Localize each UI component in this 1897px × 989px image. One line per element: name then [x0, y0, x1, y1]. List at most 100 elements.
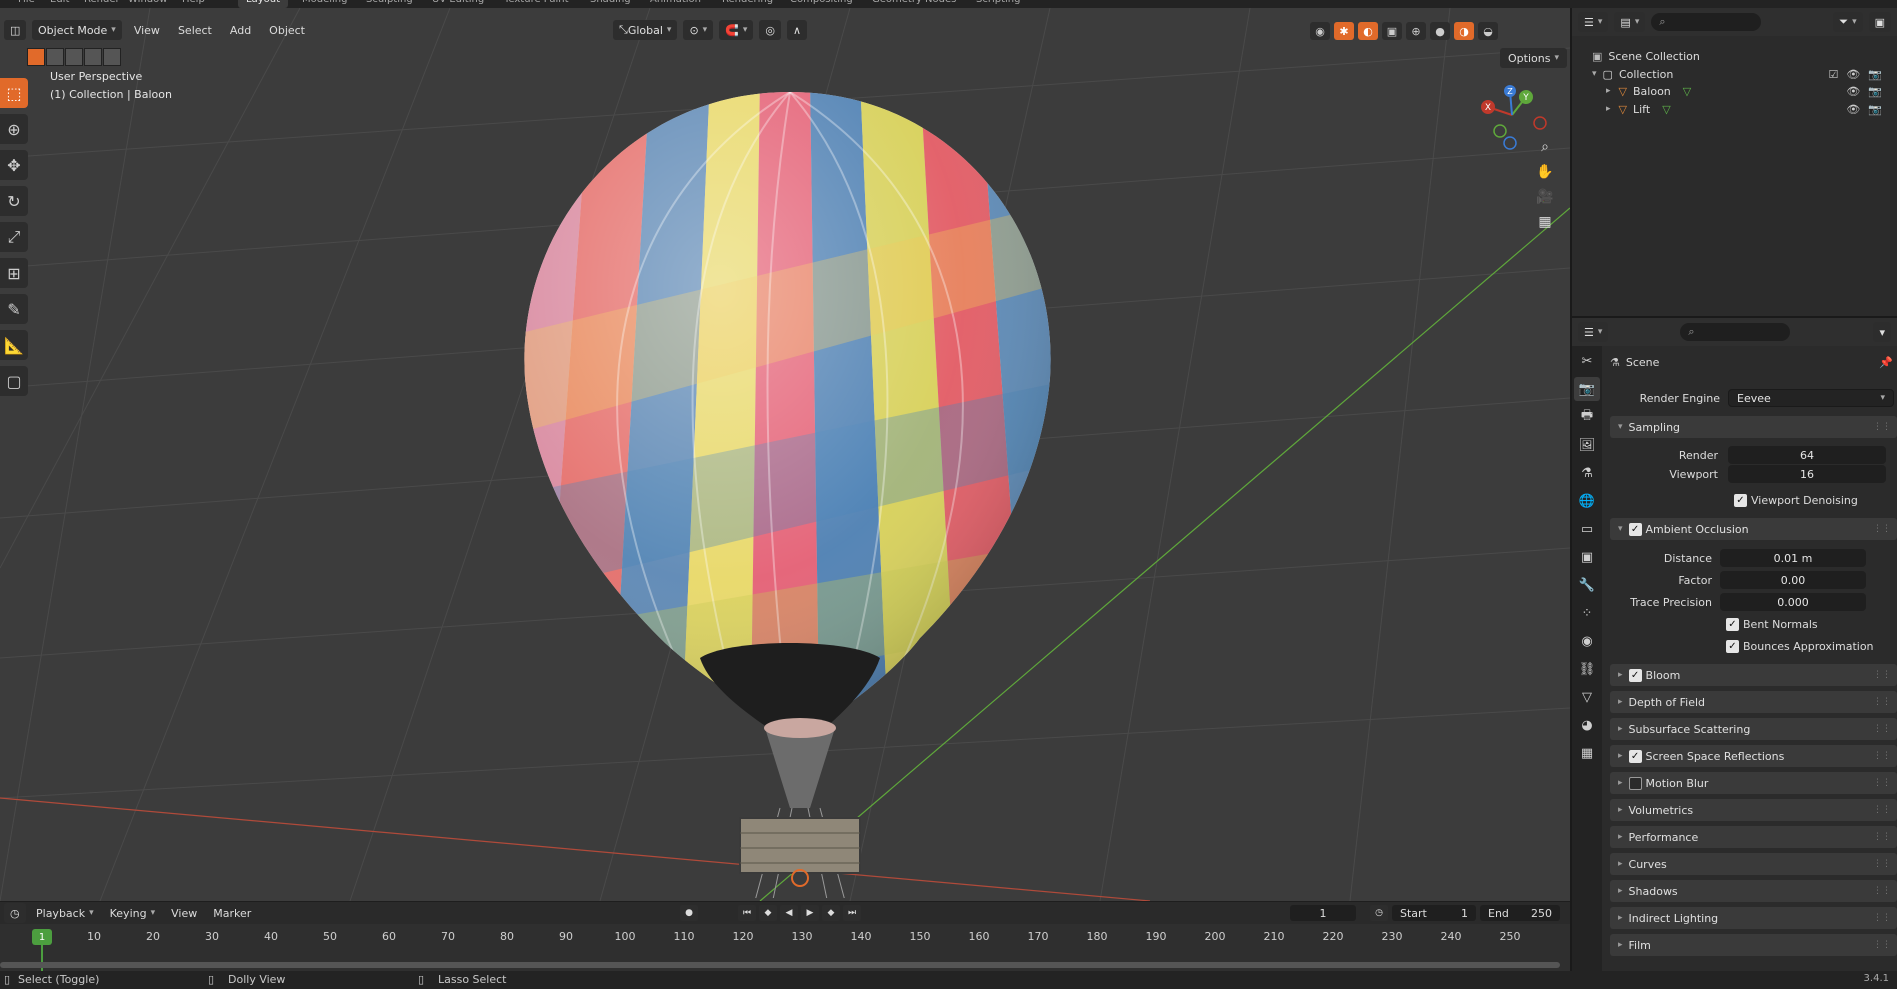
eye-icon[interactable]: 👁 [1846, 103, 1860, 116]
select-subtract-mode[interactable] [65, 48, 83, 66]
outliner-search-input[interactable]: ⌕ [1651, 13, 1762, 31]
options-button[interactable]: Options ▾ [1500, 48, 1567, 68]
snap-button[interactable]: 🧲 [719, 20, 754, 40]
physics-tab-icon[interactable]: ◉ [1574, 629, 1600, 653]
menu-view[interactable]: View [128, 20, 166, 40]
menu-edit[interactable]: Edit [50, 0, 69, 8]
jump-end-icon[interactable]: ⏭ [843, 905, 861, 921]
outliner-scene-collection[interactable]: ▣ Scene Collection [1592, 46, 1700, 66]
measure-tool[interactable]: 📐 [0, 330, 28, 360]
expand-icon[interactable]: ▸ [1606, 86, 1611, 96]
timeline-editor-type-icon[interactable]: ◷ [4, 903, 26, 923]
solid-shading-icon[interactable]: ● [1430, 22, 1450, 40]
outliner-item-baloon[interactable]: ▸ ▽ Baloon ▽ 👁 📷 [1606, 81, 1892, 101]
select-intersect-mode[interactable] [103, 48, 121, 66]
output-tab-icon[interactable]: 🖶 [1574, 405, 1600, 429]
scale-tool[interactable]: ⤢ [0, 222, 28, 252]
menu-timeline-view[interactable]: View [165, 903, 203, 923]
ao-distance-field[interactable]: 0.01 m [1720, 549, 1866, 567]
object-tab-icon[interactable]: ▣ [1574, 545, 1600, 569]
viewport-samples-field[interactable]: 16 [1728, 465, 1886, 483]
collection-tab-icon[interactable]: ▭ [1574, 517, 1600, 541]
tab-compositing[interactable]: Compositing [790, 0, 853, 8]
camera-icon[interactable]: 🎥 [1534, 186, 1556, 208]
menu-object[interactable]: Object [263, 20, 311, 40]
modifier-tab-icon[interactable]: 🔧 [1574, 573, 1600, 597]
panel-subsurface-scattering[interactable]: ▸ Subsurface Scattering ⋮⋮ [1610, 718, 1897, 740]
texture-tab-icon[interactable]: ▦ [1574, 741, 1600, 765]
panel-motion-blur[interactable]: ▸ Motion Blur ⋮⋮ [1610, 772, 1897, 794]
particles-tab-icon[interactable]: ⁘ [1574, 601, 1600, 625]
tab-texture-paint[interactable]: Texture Paint [504, 0, 569, 8]
timeline-ruler[interactable]: 1 10 20 30 40 50 60 70 80 90 100 110 120… [0, 924, 1570, 984]
jump-start-icon[interactable]: ⏮ [738, 905, 756, 921]
outliner-item-lift[interactable]: ▸ ▽ Lift ▽ 👁 📷 [1606, 99, 1892, 119]
cursor-tool[interactable]: ⊕ [0, 114, 28, 144]
panel-ambient-occlusion[interactable]: ▾ ✓ Ambient Occlusion ⋮⋮ [1610, 518, 1897, 540]
expand-icon[interactable]: ▸ [1606, 104, 1611, 114]
data-tab-icon[interactable]: ▽ [1574, 685, 1600, 709]
drag-grip-icon[interactable]: ⋮⋮ [1873, 940, 1891, 950]
select-box-tool[interactable]: ⬚ [0, 78, 28, 108]
panel-shadows[interactable]: ▸ Shadows ⋮⋮ [1610, 880, 1897, 902]
checkbox-icon[interactable]: ✓ [1628, 749, 1642, 763]
bent-normals-toggle[interactable]: ✓ Bent Normals [1726, 614, 1818, 634]
timeline-scrollbar[interactable] [0, 962, 1560, 968]
drag-grip-icon[interactable]: ⋮⋮ [1873, 913, 1891, 923]
drag-grip-icon[interactable]: ⋮⋮ [1873, 886, 1891, 896]
drag-grip-icon[interactable]: ⋮⋮ [1873, 670, 1891, 680]
proportional-edit-button[interactable]: ◎ [759, 20, 782, 40]
checkbox-icon[interactable] [1628, 776, 1642, 790]
grid-perspective-icon[interactable]: ▦ [1534, 211, 1556, 233]
ao-trace-field[interactable]: 0.000 [1720, 593, 1866, 611]
xray-icon[interactable]: ▣ [1382, 22, 1402, 40]
panel-indirect-lighting[interactable]: ▸ Indirect Lighting ⋮⋮ [1610, 907, 1897, 929]
eye-icon[interactable]: 👁 [1846, 85, 1860, 98]
panel-curves[interactable]: ▸ Curves ⋮⋮ [1610, 853, 1897, 875]
menu-help[interactable]: Help [182, 0, 205, 8]
zoom-icon[interactable]: ⌕ [1534, 136, 1556, 158]
chevron-down-icon[interactable]: ▾ [1873, 322, 1891, 342]
constraints-tab-icon[interactable]: ⛓ [1574, 657, 1600, 681]
overlay-toggle-icon[interactable]: ◐ [1358, 22, 1378, 40]
panel-film[interactable]: ▸ Film ⋮⋮ [1610, 934, 1897, 956]
current-frame-badge[interactable]: 1 [32, 929, 52, 945]
gizmo-toggle-icon[interactable]: ✱ [1334, 22, 1354, 40]
3d-viewport[interactable]: ◫ Object Mode View Select Add Object ⤡ G… [0, 8, 1570, 901]
camera-render-icon[interactable]: 📷 [1868, 68, 1882, 81]
falloff-button[interactable]: ∧ [787, 20, 808, 40]
ao-factor-field[interactable]: 0.00 [1720, 571, 1866, 589]
play-reverse-icon[interactable]: ◀ [780, 905, 798, 921]
drag-grip-icon[interactable]: ⋮⋮ [1873, 832, 1891, 842]
render-engine-select[interactable]: Eevee ▾ [1728, 389, 1894, 407]
properties-search-input[interactable]: ⌕ [1680, 323, 1791, 341]
drag-grip-icon[interactable]: ⋮⋮ [1873, 697, 1891, 707]
end-frame-field[interactable]: End 250 [1480, 905, 1560, 921]
view-layer-tab-icon[interactable]: 🖼 [1574, 433, 1600, 457]
filter-icon[interactable]: ⏷ [1833, 12, 1863, 32]
drag-grip-icon[interactable]: ⋮⋮ [1873, 859, 1891, 869]
menu-playback[interactable]: Playback [30, 903, 100, 923]
rendered-shading-icon[interactable]: ◒ [1478, 22, 1498, 40]
bounces-approx-toggle[interactable]: ✓ Bounces Approximation [1726, 636, 1874, 656]
panel-screen-space-reflections[interactable]: ▸ ✓ Screen Space Reflections ⋮⋮ [1610, 745, 1897, 767]
drag-grip-icon[interactable]: ⋮⋮ [1873, 751, 1891, 761]
drag-grip-icon[interactable]: ⋮⋮ [1873, 805, 1891, 815]
panel-depth-of-field[interactable]: ▸ Depth of Field ⋮⋮ [1610, 691, 1897, 713]
balloon-model[interactable] [500, 78, 1080, 898]
menu-select[interactable]: Select [172, 20, 218, 40]
drag-grip-icon[interactable]: ⋮⋮ [1873, 524, 1891, 534]
tab-modeling[interactable]: Modeling [302, 0, 348, 8]
eye-icon[interactable]: 👁 [1846, 68, 1860, 81]
panel-volumetrics[interactable]: ▸ Volumetrics ⋮⋮ [1610, 799, 1897, 821]
expand-icon[interactable]: ▾ [1592, 69, 1597, 79]
render-samples-field[interactable]: 64 [1728, 446, 1886, 464]
prev-keyframe-icon[interactable]: ◆ [759, 905, 777, 921]
properties-editor-type-icon[interactable]: ☰ [1578, 322, 1609, 342]
camera-render-icon[interactable]: 📷 [1868, 103, 1882, 116]
scene-tab-icon[interactable]: ⚗ [1574, 461, 1600, 485]
checkbox-icon[interactable]: ✓ [1726, 617, 1739, 631]
display-mode-icon[interactable]: ▤ [1614, 12, 1646, 32]
select-invert-mode[interactable] [84, 48, 102, 66]
tool-tab-icon[interactable]: ✂ [1574, 349, 1600, 373]
